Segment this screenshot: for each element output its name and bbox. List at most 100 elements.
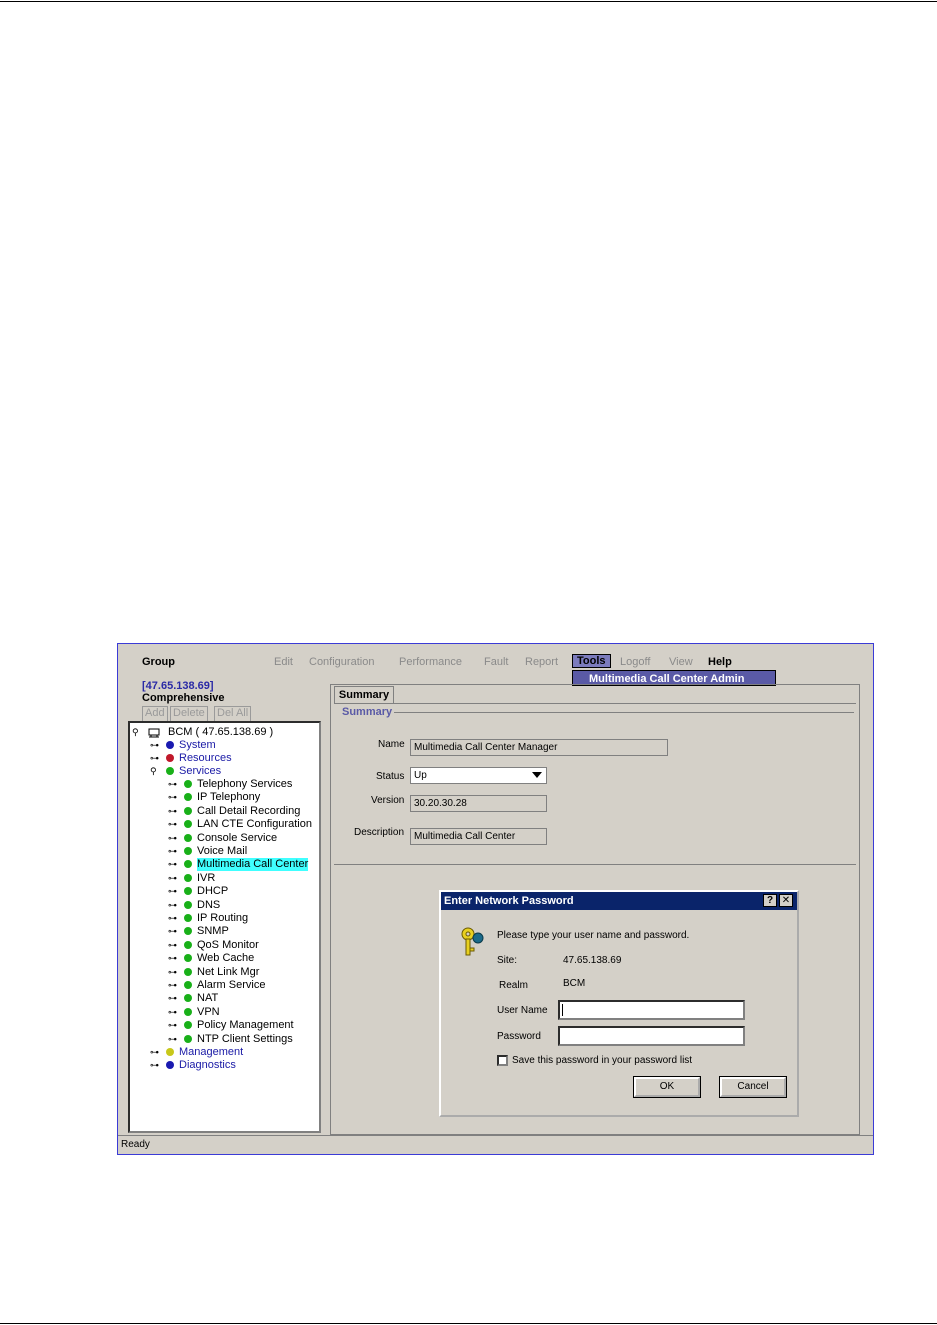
- collapsed-icon[interactable]: ⊶: [168, 925, 177, 938]
- description-label: Description: [354, 827, 405, 838]
- ok-button[interactable]: OK: [633, 1076, 701, 1098]
- tree-label-service: IP Routing: [197, 912, 249, 924]
- menu-view[interactable]: View: [669, 656, 693, 668]
- collapsed-icon[interactable]: ⊶: [168, 952, 177, 965]
- collapsed-icon[interactable]: ⊶: [168, 778, 177, 791]
- collapsed-icon[interactable]: ⊶: [168, 845, 177, 858]
- tree-label-service: LAN CTE Configuration: [197, 818, 312, 831]
- dialog-title-bar: Enter Network Password ? ✕: [441, 892, 797, 910]
- dialog-prompt: Please type your user name and password.: [497, 930, 690, 941]
- tree-label-management: Management: [179, 1046, 244, 1058]
- summary-group-title: Summary: [342, 706, 393, 718]
- navigation-tree: ⚲ BCM ( 47.65.138.69 ) ⊶ System ⊶ Resour…: [128, 721, 321, 1133]
- status-label: Status: [376, 771, 405, 782]
- help-button[interactable]: ?: [763, 894, 777, 907]
- description-field: Multimedia Call Center: [410, 828, 547, 845]
- tree-label-diagnostics: Diagnostics: [179, 1059, 236, 1071]
- status-dot-icon: [184, 927, 192, 936]
- status-dot-icon: [166, 767, 174, 775]
- expanded-icon[interactable]: ⚲: [132, 726, 139, 739]
- expanded-icon[interactable]: ⚲: [150, 765, 157, 778]
- tree-label-resources: Resources: [179, 752, 232, 764]
- cancel-button[interactable]: Cancel: [719, 1076, 787, 1098]
- tab-summary[interactable]: Summary: [334, 686, 394, 703]
- menu-logoff[interactable]: Logoff: [620, 656, 650, 668]
- status-dot-icon: [184, 1034, 192, 1043]
- user-name-label: User Name: [497, 1005, 548, 1016]
- tree-label-service: NAT: [197, 992, 219, 1005]
- status-bar: Ready: [118, 1135, 873, 1154]
- tree-label-service: Policy Management: [197, 1019, 294, 1032]
- status-dot-icon: [184, 900, 192, 909]
- collapsed-icon[interactable]: ⊶: [168, 885, 177, 898]
- password-input[interactable]: [558, 1026, 745, 1046]
- status-dot-icon: [166, 1061, 174, 1069]
- collapsed-icon[interactable]: ⊶: [168, 1033, 177, 1046]
- status-dot-icon: [184, 954, 192, 963]
- collapsed-icon[interactable]: ⊶: [168, 979, 177, 992]
- menu-group[interactable]: Group: [142, 656, 175, 668]
- host-ip: [47.65.138.69]: [142, 680, 214, 692]
- enter-network-password-dialog: Enter Network Password ? ✕ Please type y…: [439, 890, 799, 1117]
- status-dot-icon: [166, 741, 174, 749]
- status-dot-icon: [184, 833, 192, 842]
- server-icon: [148, 728, 160, 738]
- tree-label-service: Call Detail Recording: [197, 804, 301, 817]
- status-dot-icon: [184, 887, 192, 896]
- status-dot-icon: [166, 1048, 174, 1056]
- status-dot-icon: [184, 780, 192, 788]
- status-select-value: Up: [414, 770, 427, 781]
- site-value: 47.65.138.69: [563, 955, 622, 966]
- status-dot-icon: [184, 847, 192, 855]
- collapsed-icon[interactable]: ⊶: [168, 858, 177, 871]
- section-divider: [334, 864, 856, 865]
- collapsed-icon[interactable]: ⊶: [150, 752, 159, 765]
- menu-fault[interactable]: Fault: [484, 656, 508, 668]
- menu-tools[interactable]: Tools: [572, 654, 611, 668]
- collapsed-icon[interactable]: ⊶: [168, 992, 177, 1005]
- collapsed-icon[interactable]: ⊶: [168, 899, 177, 912]
- collapsed-icon[interactable]: ⊶: [168, 805, 177, 818]
- status-select[interactable]: Up: [410, 767, 547, 784]
- collapsed-icon[interactable]: ⊶: [168, 832, 177, 845]
- save-password-label: Save this password in your password list: [512, 1055, 693, 1066]
- tree-label-service: IP Telephony: [197, 791, 261, 804]
- add-button[interactable]: Add: [142, 706, 168, 722]
- menu-help[interactable]: Help: [708, 656, 732, 668]
- collapsed-icon[interactable]: ⊶: [150, 1046, 159, 1059]
- tree-label-service: NTP Client Settings: [197, 1032, 293, 1045]
- del-all-button[interactable]: Del All: [214, 706, 252, 722]
- status-dot-icon: [184, 806, 192, 815]
- user-name-input[interactable]: [558, 1000, 745, 1020]
- status-dot-icon: [184, 981, 192, 989]
- collapsed-icon[interactable]: ⊶: [168, 791, 177, 804]
- collapsed-icon[interactable]: ⊶: [168, 872, 177, 885]
- save-password-checkbox[interactable]: [497, 1055, 508, 1066]
- collapsed-icon[interactable]: ⊶: [168, 939, 177, 952]
- status-text: Ready: [121, 1139, 150, 1150]
- menu-edit[interactable]: Edit: [274, 656, 293, 668]
- collapsed-icon[interactable]: ⊶: [168, 1019, 177, 1032]
- menu-performance[interactable]: Performance: [399, 656, 462, 668]
- collapsed-icon[interactable]: ⊶: [168, 912, 177, 925]
- tab-divider: [334, 703, 856, 704]
- site-label: Site:: [497, 955, 518, 966]
- tree-label-system: System: [179, 739, 216, 751]
- menu-configuration[interactable]: Configuration: [309, 656, 374, 668]
- delete-button[interactable]: Delete: [170, 706, 208, 722]
- status-dot-icon: [166, 754, 174, 762]
- collapsed-icon[interactable]: ⊶: [168, 1006, 177, 1019]
- status-dot-icon: [184, 873, 192, 882]
- collapsed-icon[interactable]: ⊶: [150, 1059, 159, 1072]
- collapsed-icon[interactable]: ⊶: [150, 739, 159, 752]
- tree-label-service: QoS Monitor: [197, 938, 259, 951]
- tree-label-service: IVR: [197, 871, 216, 884]
- collapsed-icon[interactable]: ⊶: [168, 966, 177, 979]
- tree-label-service: DHCP: [197, 885, 229, 898]
- tree-label-service: Net Link Mgr: [197, 965, 260, 978]
- text-cursor: [562, 1004, 563, 1016]
- close-button[interactable]: ✕: [779, 894, 793, 907]
- collapsed-icon[interactable]: ⊶: [168, 818, 177, 831]
- menu-report[interactable]: Report: [525, 656, 558, 668]
- status-dot-icon: [184, 820, 192, 829]
